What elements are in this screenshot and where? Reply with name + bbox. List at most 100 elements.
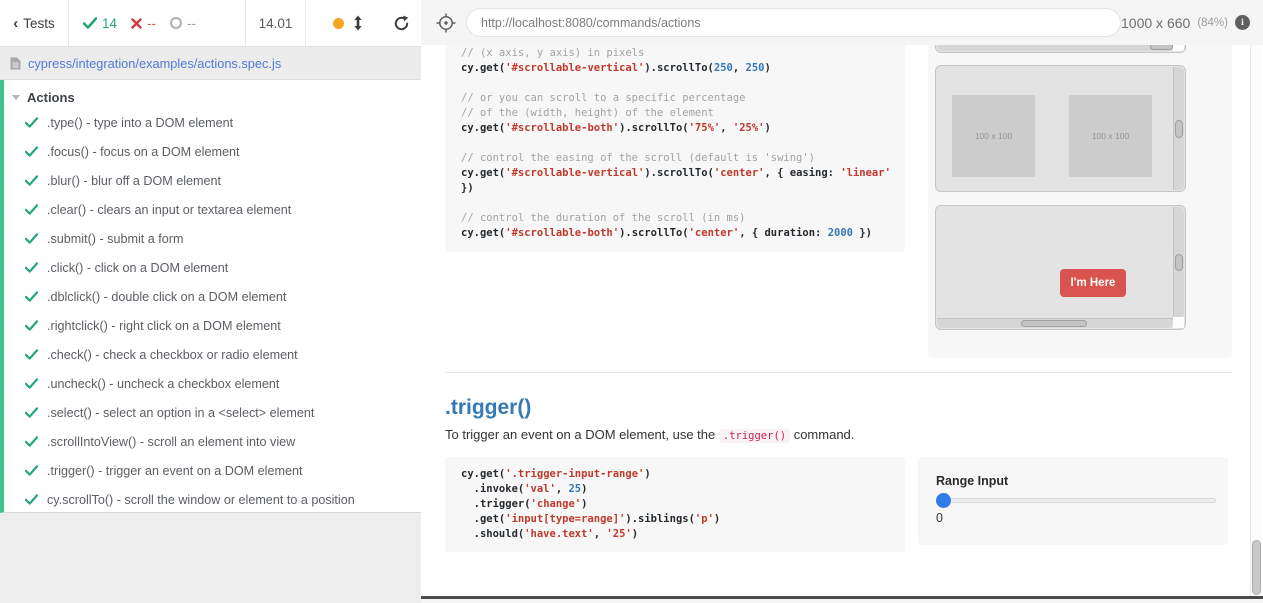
horizontal-scrollbar-thumb[interactable] xyxy=(1021,320,1087,327)
page-scrollbar-thumb[interactable] xyxy=(1252,540,1261,595)
file-icon xyxy=(10,57,21,70)
reporter-header: ‹ Tests 14 -- -- 14.01 xyxy=(0,0,421,47)
test-item[interactable]: .scrollIntoView() - scroll an element in… xyxy=(4,427,421,456)
spec-file-link[interactable]: cypress/integration/examples/actions.spe… xyxy=(28,56,281,71)
test-passed-check-icon xyxy=(25,465,38,476)
test-item[interactable]: .dblclick() - double click on a DOM elem… xyxy=(4,282,421,311)
paragraph-text: command. xyxy=(790,427,854,442)
x-icon xyxy=(131,18,142,29)
horizontal-scrollbar[interactable] xyxy=(937,45,1173,51)
stat-pending: -- xyxy=(170,16,196,31)
chevron-left-icon: ‹ xyxy=(13,16,18,31)
test-passed-check-icon xyxy=(25,494,38,505)
test-title: .click() - click on a DOM element xyxy=(47,261,228,275)
placeholder-image: 100 x 100 xyxy=(952,95,1035,177)
test-title: .trigger() - trigger an event on a DOM e… xyxy=(47,464,302,478)
test-passed-check-icon xyxy=(25,233,38,244)
test-item[interactable]: .trigger() - trigger an event on a DOM e… xyxy=(4,456,421,485)
vertical-scrollbar-thumb[interactable] xyxy=(1175,120,1183,138)
test-stats: 14 -- -- xyxy=(69,0,245,46)
test-item[interactable]: .clear() - clears an input or textarea e… xyxy=(4,195,421,224)
scrollto-code-block: // (x axis, y axis) in pixelscy.get('#sc… xyxy=(445,45,905,252)
horizontal-scrollbar[interactable] xyxy=(937,318,1173,328)
section-divider xyxy=(445,372,1232,373)
range-input-well: Range Input 0 xyxy=(918,457,1228,545)
scrollable-horizontal-box[interactable] xyxy=(935,45,1186,53)
test-passed-check-icon xyxy=(25,146,38,157)
info-icon[interactable]: i xyxy=(1235,15,1250,30)
spec-file-bar: cypress/integration/examples/actions.spe… xyxy=(0,47,421,80)
test-title: .rightclick() - right click on a DOM ele… xyxy=(47,319,281,333)
test-item[interactable]: .submit() - submit a form xyxy=(4,224,421,253)
run-duration: 14.01 xyxy=(245,0,306,46)
paragraph-text: To trigger an event on a DOM element, us… xyxy=(445,427,719,442)
inline-code: .trigger() xyxy=(719,429,790,443)
pending-count: -- xyxy=(187,16,196,31)
test-list: .type() - type into a DOM element .focus… xyxy=(4,108,421,514)
url-text: http://localhost:8080/commands/actions xyxy=(481,16,701,30)
tests-area: Actions .type() - type into a DOM elemen… xyxy=(0,80,421,513)
range-slider-thumb[interactable] xyxy=(936,493,951,508)
stat-passed: 14 xyxy=(83,16,117,31)
scrollable-both-box[interactable]: I'm Here xyxy=(935,205,1186,330)
failed-count: -- xyxy=(147,16,156,31)
test-passed-check-icon xyxy=(25,436,38,447)
viewport-bottom-edge xyxy=(421,596,1263,599)
placeholder-label: 100 x 100 xyxy=(1092,131,1129,141)
horizontal-scrollbar-thumb[interactable] xyxy=(1150,45,1173,50)
passed-count: 14 xyxy=(102,16,117,31)
test-passed-check-icon xyxy=(25,378,38,389)
range-input-label: Range Input xyxy=(936,474,1228,488)
check-icon xyxy=(83,17,97,29)
test-title: .select() - select an option in a <selec… xyxy=(47,406,314,420)
reload-tests-button[interactable] xyxy=(393,15,410,32)
test-item[interactable]: cy.scrollTo() - scroll the window or ele… xyxy=(4,485,421,514)
trigger-section-paragraph: To trigger an event on a DOM element, us… xyxy=(445,427,854,442)
vertical-scrollbar-thumb[interactable] xyxy=(1175,254,1183,271)
back-to-tests-button[interactable]: ‹ Tests xyxy=(0,0,69,46)
test-item[interactable]: .focus() - focus on a DOM element xyxy=(4,137,421,166)
scrollbar-corner xyxy=(1173,317,1184,328)
test-passed-check-icon xyxy=(25,320,38,331)
test-title: .dblclick() - double click on a DOM elem… xyxy=(47,290,286,304)
test-title: .scrollIntoView() - scroll an element in… xyxy=(47,435,295,449)
selector-playground-icon[interactable] xyxy=(436,13,456,33)
test-item[interactable]: .check() - check a checkbox or radio ele… xyxy=(4,340,421,369)
test-passed-check-icon xyxy=(25,175,38,186)
vertical-scrollbar[interactable] xyxy=(1173,207,1184,318)
reload-icon xyxy=(393,15,410,32)
reporter-controls xyxy=(306,0,421,46)
suite-header-actions[interactable]: Actions xyxy=(4,80,421,108)
im-here-button[interactable]: I'm Here xyxy=(1060,269,1126,297)
range-value: 0 xyxy=(936,511,1228,525)
page-scrollbar[interactable] xyxy=(1250,45,1262,596)
app-header: http://localhost:8080/commands/actions 1… xyxy=(421,0,1263,45)
test-item[interactable]: .type() - type into a DOM element xyxy=(4,108,421,137)
test-passed-check-icon xyxy=(25,291,38,302)
test-passed-check-icon xyxy=(25,349,38,360)
autoscroll-status-dot xyxy=(333,18,344,29)
scrollable-vertical-box[interactable]: 100 x 100 100 x 100 xyxy=(935,65,1186,192)
url-bar[interactable]: http://localhost:8080/commands/actions xyxy=(466,8,1121,37)
test-title: .focus() - focus on a DOM element xyxy=(47,145,239,159)
test-item[interactable]: .blur() - blur off a DOM element xyxy=(4,166,421,195)
test-item[interactable]: .click() - click on a DOM element xyxy=(4,253,421,282)
test-passed-check-icon xyxy=(25,204,38,215)
back-label: Tests xyxy=(23,16,55,31)
viewport-size: 1000 x 660 xyxy=(1121,15,1190,31)
trigger-section-heading: .trigger() xyxy=(445,396,531,420)
test-title: .clear() - clears an input or textarea e… xyxy=(47,203,291,217)
test-item[interactable]: .rightclick() - right click on a DOM ele… xyxy=(4,311,421,340)
auto-scroll-toggle[interactable] xyxy=(353,15,363,31)
app-preview-pane: http://localhost:8080/commands/actions 1… xyxy=(421,0,1263,603)
vertical-scrollbar[interactable] xyxy=(1173,67,1184,190)
test-item[interactable]: .uncheck() - uncheck a checkbox element xyxy=(4,369,421,398)
stat-failed: -- xyxy=(131,16,156,31)
test-passed-check-icon xyxy=(25,262,38,273)
placeholder-label: 100 x 100 xyxy=(975,131,1012,141)
placeholder-image: 100 x 100 xyxy=(1069,95,1152,177)
reporter-panel: ‹ Tests 14 -- -- 14.01 xyxy=(0,0,421,603)
test-item[interactable]: .select() - select an option in a <selec… xyxy=(4,398,421,427)
circle-icon xyxy=(170,17,182,29)
range-slider[interactable] xyxy=(936,498,1216,503)
